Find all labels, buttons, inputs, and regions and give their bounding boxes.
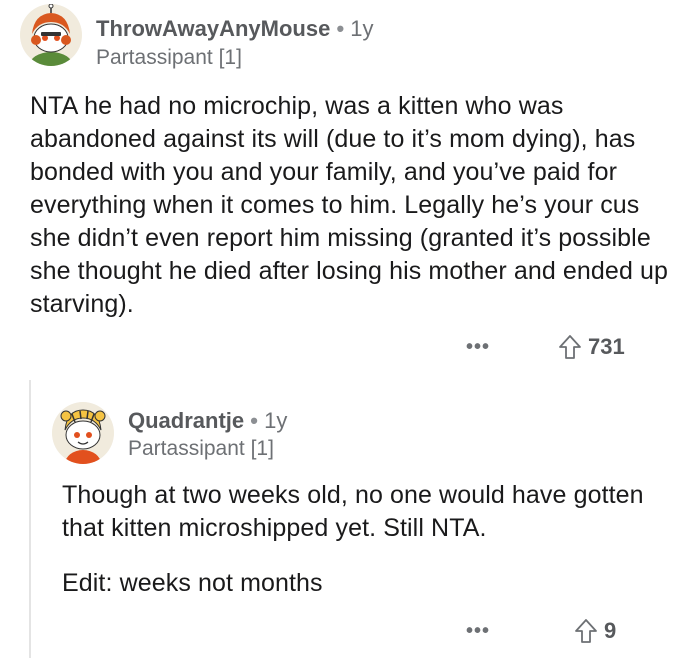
username[interactable]: ThrowAwayAnyMouse xyxy=(96,16,330,41)
upvote-arrow-icon[interactable] xyxy=(574,618,598,644)
comment-body-paragraph: Edit: weeks not months xyxy=(62,569,323,597)
user-flair: Partassipant [1] xyxy=(128,437,274,460)
comment-actions: ••• 9 xyxy=(466,618,616,644)
avatar[interactable] xyxy=(20,4,82,66)
more-options-icon[interactable]: ••• xyxy=(466,620,490,643)
more-options-icon[interactable]: ••• xyxy=(466,336,490,359)
avatar[interactable] xyxy=(52,402,114,464)
vote-score: 731 xyxy=(588,334,625,359)
comment-body-paragraph: Though at two weeks old, no one would ha… xyxy=(62,481,644,542)
snoo-avatar-icon xyxy=(20,4,82,66)
upvote-arrow-icon[interactable] xyxy=(558,334,582,360)
separator-dot: • xyxy=(336,16,345,41)
upvote-button[interactable]: 9 xyxy=(574,618,616,644)
comment-actions: ••• 731 xyxy=(466,334,625,360)
upvote-button[interactable]: 731 xyxy=(558,334,625,360)
separator-dot: • xyxy=(250,408,258,433)
comment-body: NTA he had no microchip, was a kitten wh… xyxy=(30,90,670,321)
comment-body-text: NTA he had no microchip, was a kitten wh… xyxy=(30,92,668,318)
comment-body: Though at two weeks old, no one would ha… xyxy=(62,479,662,600)
vote-score: 9 xyxy=(604,618,617,643)
user-flair: Partassipant [1] xyxy=(96,46,242,69)
comment-author[interactable]: ThrowAwayAnyMouse • 1y xyxy=(96,16,374,42)
comment-author[interactable]: Quadrantje • 1y xyxy=(128,408,287,434)
thread-line[interactable] xyxy=(29,380,31,658)
comment-age: 1y xyxy=(350,16,374,41)
username[interactable]: Quadrantje xyxy=(128,408,244,433)
comment-age: 1y xyxy=(264,408,288,433)
snoo-avatar-icon xyxy=(52,402,114,464)
